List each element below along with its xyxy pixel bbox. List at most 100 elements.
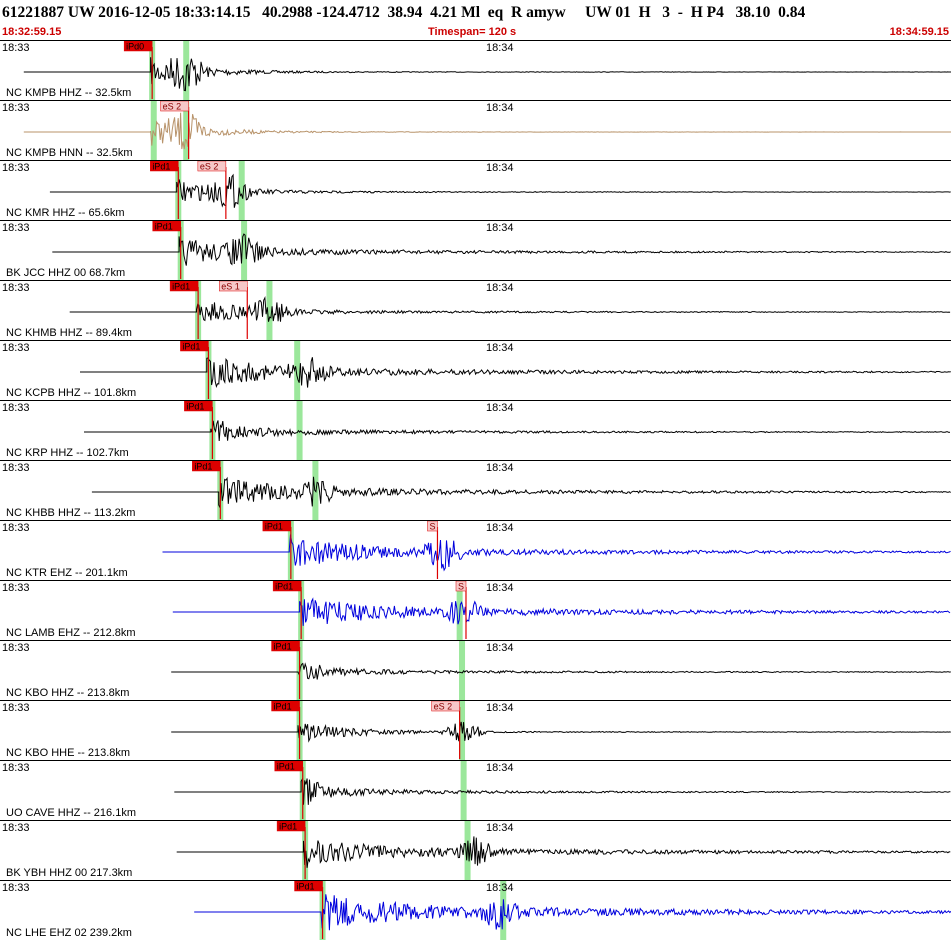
pick-flag-text: iPd1 — [152, 162, 170, 172]
minute-tick-label: 18:34 — [486, 42, 514, 54]
station-channel-label: BK JCC HHZ 00 68.7km — [6, 267, 126, 279]
seismogram-line — [23, 57, 951, 92]
waveform-trace[interactable]: iPd1 — [0, 221, 951, 280]
station-channel-label: NC LAMB EHZ -- 212.8km — [6, 627, 136, 639]
channel-panel[interactable]: iPd0 18:33 18:34 NC KMPB HHZ -- 32.5km — [0, 40, 951, 100]
waveform-trace[interactable]: eS 2 — [0, 101, 951, 160]
pick-flag-text: eS 2 — [200, 162, 219, 172]
pick-flag-text: S — [458, 582, 464, 592]
minute-tick-label: 18:34 — [486, 762, 514, 774]
minute-tick-label: 18:33 — [2, 162, 30, 174]
seismogram-line — [49, 173, 951, 208]
phase-pick-flag[interactable]: iPd1 — [294, 881, 323, 892]
phase-pick-flag[interactable]: iPd1 — [271, 701, 300, 712]
waveform-trace[interactable]: iPd1 — [0, 761, 951, 820]
event-header: 61221887 UW 2016-12-05 18:33:14.15 40.29… — [0, 0, 951, 40]
minute-tick-label: 18:34 — [486, 402, 514, 414]
minute-tick-label: 18:33 — [2, 702, 30, 714]
phase-pick-flag[interactable]: eS 2 — [431, 701, 460, 712]
phase-pick-flag[interactable]: iPd1 — [274, 761, 303, 772]
minute-tick-label: 18:33 — [2, 402, 30, 414]
window-end-time: 18:34:59.15 — [889, 26, 949, 38]
waveform-trace[interactable]: iPd1 — [0, 641, 951, 700]
seismogram-line — [194, 894, 951, 931]
minute-tick-label: 18:34 — [486, 882, 514, 894]
channel-panel[interactable]: iPd1 eS 2 18:33 18:34 NC KMR HHZ -- 65.6km — [0, 160, 951, 220]
minute-tick-label: 18:33 — [2, 222, 30, 234]
pick-flag-text: S — [429, 522, 435, 532]
pick-flag-text: iPd1 — [155, 222, 173, 232]
minute-tick-label: 18:33 — [2, 762, 30, 774]
window-start-time: 18:32:59.15 — [2, 26, 62, 38]
minute-tick-label: 18:34 — [486, 522, 514, 534]
seismogram-line — [52, 233, 951, 266]
pick-flag-text: eS 2 — [163, 102, 182, 112]
minute-tick-label: 18:34 — [486, 582, 514, 594]
waveform-trace[interactable]: iPd0 — [0, 41, 951, 100]
phase-pick-flag[interactable]: eS 2 — [160, 101, 189, 112]
phase-pick-flag[interactable]: iPd1 — [169, 281, 199, 292]
waveform-trace[interactable]: iPd1 — [0, 821, 951, 880]
seismogram-line — [171, 721, 951, 743]
minute-tick-label: 18:34 — [486, 642, 514, 654]
phase-pick-flag[interactable]: S — [455, 581, 467, 592]
channel-panel[interactable]: iPd1 18:33 18:34 BK YBH HHZ 00 217.3km — [0, 820, 951, 880]
minute-tick-label: 18:33 — [2, 342, 30, 354]
phase-pick-flag[interactable]: iPd1 — [262, 521, 292, 532]
channel-panel[interactable]: iPd1 18:33 18:34 NC KHBB HHZ -- 113.2km — [0, 460, 951, 520]
minute-tick-label: 18:33 — [2, 462, 30, 474]
station-channel-label: NC KHMB HHZ -- 89.4km — [6, 327, 132, 339]
minute-tick-label: 18:34 — [486, 162, 514, 174]
minute-tick-label: 18:33 — [2, 102, 30, 114]
phase-pick-flag[interactable]: S — [427, 521, 438, 532]
pick-flag-text: eS 1 — [221, 282, 240, 292]
channel-panel[interactable]: iPd1 18:33 18:34 NC KCPB HHZ -- 101.8km — [0, 340, 951, 400]
station-channel-label: NC KCPB HHZ -- 101.8km — [6, 387, 137, 399]
minute-tick-label: 18:34 — [486, 462, 514, 474]
seismogram-line — [172, 597, 951, 626]
channel-panel[interactable]: iPd1 eS 2 18:33 18:34 NC KBO HHE -- 213.8km — [0, 700, 951, 760]
waveform-trace[interactable]: iPd1 — [0, 881, 951, 940]
minute-tick-label: 18:33 — [2, 642, 30, 654]
pick-flag-text: eS 2 — [434, 702, 453, 712]
phase-pick-flag[interactable]: iPd1 — [272, 581, 302, 592]
seismogram-line — [174, 777, 951, 805]
phase-pick-flag[interactable]: iPd1 — [184, 401, 213, 412]
pick-flag-text: iPd1 — [194, 462, 212, 472]
phase-pick-flag[interactable]: iPd1 — [276, 821, 306, 832]
channel-panel[interactable]: iPd1 18:33 18:34 NC KBO HHZ -- 213.8km — [0, 640, 951, 700]
waveform-trace[interactable]: iPd1 eS 1 — [0, 281, 951, 340]
phase-pick-flag[interactable]: iPd1 — [180, 341, 209, 352]
channel-panel[interactable]: iPd1 18:33 18:34 NC KRP HHZ -- 102.7km — [0, 400, 951, 460]
phase-pick-flag[interactable]: iPd1 — [192, 461, 221, 472]
phase-pick-flag[interactable]: iPd1 — [150, 161, 179, 172]
pick-flag-text: iPd1 — [277, 762, 295, 772]
minute-tick-label: 18:33 — [2, 42, 30, 54]
station-channel-label: NC KHBB HHZ -- 113.2km — [6, 507, 136, 519]
channel-panel[interactable]: iPd1 S 18:33 18:34 NC KTR EHZ -- 201.1km — [0, 520, 951, 580]
waveform-trace[interactable]: iPd1 S — [0, 581, 951, 640]
waveform-trace[interactable]: iPd1 eS 2 — [0, 161, 951, 220]
waveform-trace[interactable]: iPd1 — [0, 341, 951, 400]
waveform-trace[interactable]: iPd1 S — [0, 521, 951, 580]
channel-panel[interactable]: iPd1 S 18:33 18:34 NC LAMB EHZ -- 212.8km — [0, 580, 951, 640]
phase-pick-flag[interactable]: iPd0 — [123, 41, 153, 52]
phase-pick-flag[interactable]: iPd1 — [152, 221, 181, 232]
channel-panel[interactable]: iPd1 eS 1 18:33 18:34 NC KHMB HHZ -- 89.4km — [0, 280, 951, 340]
channel-panel[interactable]: iPd1 18:33 18:34 UO CAVE HHZ -- 216.1km — [0, 760, 951, 820]
phase-pick-flag[interactable]: eS 1 — [219, 281, 248, 292]
timespan-label: Timespan= 120 s — [428, 26, 517, 38]
waveform-panel-stack[interactable]: iPd0 18:33 18:34 NC KMPB HHZ -- 32.5km eS 2 1… — [0, 40, 951, 940]
seismogram-line — [23, 112, 951, 150]
channel-panel[interactable]: iPd1 18:33 18:34 BK JCC HHZ 00 68.7km — [0, 220, 951, 280]
phase-pick-flag[interactable]: iPd1 — [271, 641, 300, 652]
phase-pick-flag[interactable]: eS 2 — [197, 161, 227, 172]
channel-panel[interactable]: iPd1 18:33 18:34 NC LHE EHZ 02 239.2km — [0, 880, 951, 940]
pick-flag-text: iPd1 — [279, 822, 297, 832]
waveform-trace[interactable]: iPd1 eS 2 — [0, 701, 951, 760]
event-summary-title: 61221887 UW 2016-12-05 18:33:14.15 40.29… — [2, 4, 806, 21]
waveform-trace[interactable]: iPd1 — [0, 461, 951, 520]
minute-tick-label: 18:33 — [2, 822, 30, 834]
channel-panel[interactable]: eS 2 18:33 18:34 NC KMPB HNN -- 32.5km — [0, 100, 951, 160]
waveform-trace[interactable]: iPd1 — [0, 401, 951, 460]
